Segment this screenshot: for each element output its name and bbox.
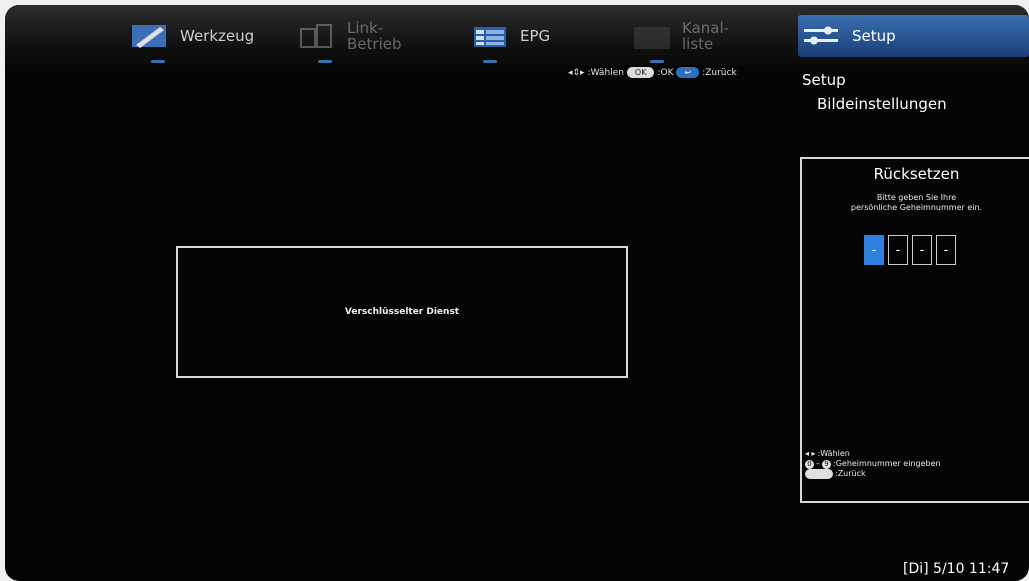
pin-digit-4[interactable]: -	[936, 235, 956, 265]
menu-link-label: Link- Betrieb	[347, 19, 402, 53]
menu-indicator	[151, 60, 165, 63]
tv-screen: Werkzeug Link- Betrieb EPG Kanal- liste …	[5, 5, 1029, 581]
pin-digit-1[interactable]: -	[864, 235, 884, 265]
top-menu-bar: Werkzeug Link- Betrieb EPG Kanal- liste …	[5, 5, 1029, 65]
left-right-arrows-icon: ◂ ▸	[805, 449, 816, 458]
page-title: Setup	[802, 71, 846, 89]
menu-werkzeug-label: Werkzeug	[180, 27, 255, 45]
key-hint-bar: ◂⇕▸ :Wählen OK :OK ↩ :Zurück	[568, 67, 737, 78]
menu-indicator	[650, 60, 664, 63]
legend-back: :Zurück	[835, 469, 866, 478]
legend-select: :Wählen	[817, 449, 850, 458]
channel-list-icon	[632, 21, 672, 51]
setup-sliders-icon	[802, 21, 842, 51]
legend-enter: :Geheimnummer eingeben	[833, 459, 941, 468]
menu-link-betrieb[interactable]: Link- Betrieb	[297, 13, 402, 59]
reset-panel-legend: ◂ ▸ :Wählen 0 – 9 :Geheimnummer eingeben…	[805, 449, 941, 479]
reset-panel: Rücksetzen Bitte geben Sie Ihre persönli…	[800, 157, 1029, 503]
menu-kanal-label: Kanal- liste	[682, 19, 730, 53]
dash-separator: –	[816, 459, 820, 468]
key-0-icon: 0	[805, 459, 814, 469]
pin-digit-3[interactable]: -	[912, 235, 932, 265]
reset-panel-message: Bitte geben Sie Ihre persönliche Geheimn…	[850, 193, 983, 212]
menu-kanalliste[interactable]: Kanal- liste	[632, 13, 729, 59]
reset-panel-title: Rücksetzen	[873, 165, 960, 183]
hint-select: :Wählen	[587, 67, 624, 78]
menu-epg-label: EPG	[520, 27, 551, 45]
navigate-arrows-icon: ◂⇕▸	[568, 67, 585, 78]
pin-digit-2[interactable]: -	[888, 235, 908, 265]
page-subtitle: Bildeinstellungen	[817, 95, 947, 113]
dialog-message: Verschlüsselter Dienst	[344, 307, 460, 317]
ok-key-icon: OK	[626, 67, 655, 78]
menu-indicator	[318, 60, 332, 63]
return-key-icon: ↩	[676, 67, 700, 78]
menu-setup[interactable]: Setup	[798, 15, 1029, 57]
legend-back-row: :Zurück	[805, 469, 941, 479]
menu-werkzeug[interactable]: Werkzeug	[130, 13, 254, 59]
epg-grid-icon	[470, 21, 510, 51]
menu-indicator	[483, 60, 497, 63]
return-key-icon	[805, 469, 833, 479]
legend-select-row: ◂ ▸ :Wählen	[805, 449, 941, 459]
key-9-icon: 9	[822, 459, 831, 469]
encrypted-service-dialog: Verschlüsselter Dienst	[176, 246, 628, 378]
hint-ok: :OK	[657, 67, 674, 78]
wrench-icon	[130, 21, 170, 51]
menu-epg[interactable]: EPG	[470, 13, 550, 59]
hint-back: :Zurück	[702, 67, 737, 78]
legend-enter-row: 0 – 9 :Geheimnummer eingeben	[805, 459, 941, 469]
datetime-display: [Di] 5/10 11:47	[903, 561, 1010, 577]
menu-setup-label: Setup	[852, 27, 896, 45]
link-icon	[297, 21, 337, 51]
